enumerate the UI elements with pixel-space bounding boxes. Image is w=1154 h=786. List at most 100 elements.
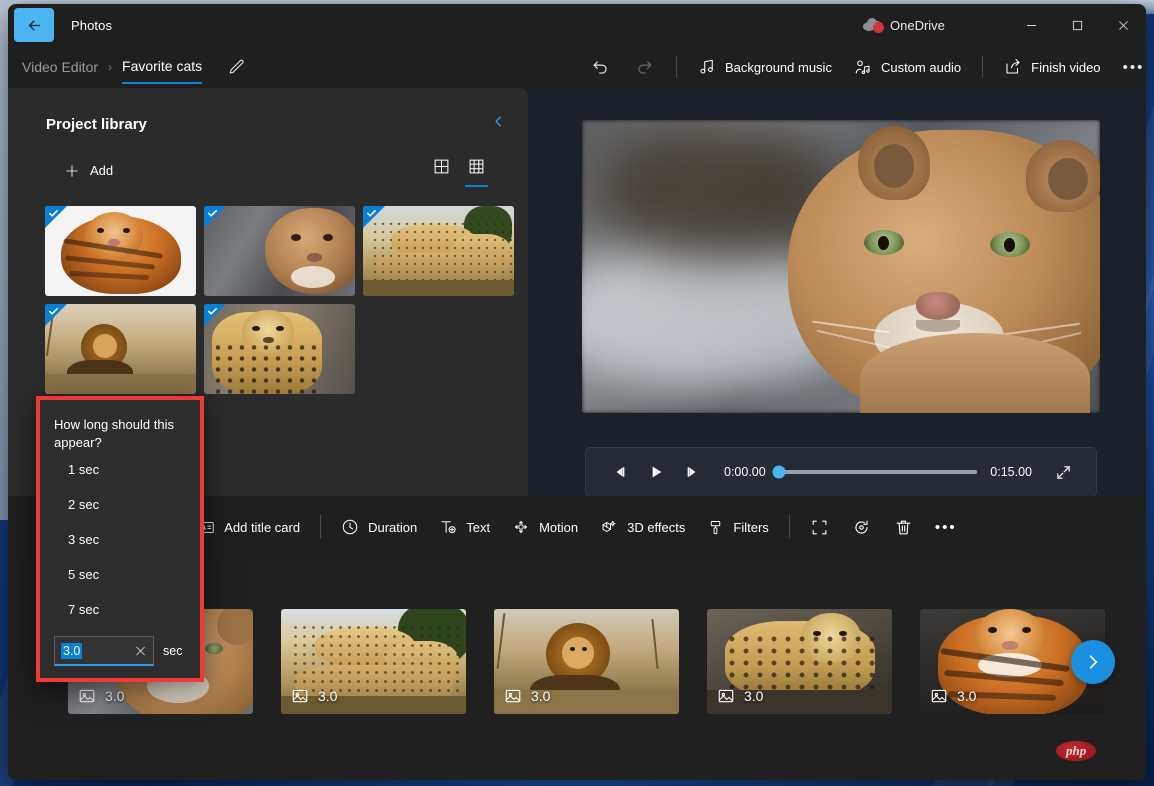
duration-option-3sec[interactable]: 3 sec	[40, 522, 200, 557]
image-icon	[292, 689, 308, 703]
duration-button[interactable]: Duration	[330, 511, 428, 543]
onedrive-alert-badge	[873, 22, 884, 33]
duration-label: Duration	[368, 519, 418, 535]
grid-small-icon	[469, 159, 484, 174]
rotate-button[interactable]	[841, 510, 883, 544]
person-audio-icon	[855, 60, 870, 74]
grid-small-view-button[interactable]	[465, 154, 488, 187]
collapse-library-button[interactable]	[487, 110, 510, 138]
background-music-button[interactable]: Background music	[687, 52, 843, 82]
toolbar-divider	[676, 56, 677, 78]
delete-icon	[896, 520, 911, 534]
custom-duration-input[interactable]: 3.0	[54, 636, 154, 666]
library-actions: Add	[8, 138, 528, 187]
back-button[interactable]	[14, 8, 54, 42]
share-export-icon	[1006, 58, 1020, 74]
check-icon	[208, 209, 217, 217]
text-button[interactable]: Text	[428, 511, 501, 543]
delete-button[interactable]	[883, 510, 925, 544]
pencil-icon	[229, 59, 244, 74]
editor-toolbar: Background music Custom audio Finish vid…	[578, 46, 1146, 88]
clip-duration-badge: 3.0	[930, 687, 976, 705]
onedrive-label: OneDrive	[890, 17, 945, 33]
redo-button[interactable]	[622, 51, 666, 83]
filters-button[interactable]: Filters	[696, 512, 779, 543]
custom-duration-row: 3.0 sec	[54, 636, 182, 666]
scrubber-track[interactable]	[772, 465, 978, 479]
fullscreen-button[interactable]	[1046, 455, 1080, 489]
image-icon	[79, 689, 95, 703]
duration-option-1sec[interactable]: 1 sec	[40, 452, 200, 487]
library-thumb-cougar[interactable]	[204, 206, 355, 296]
duration-flyout: How long should this appear? 1 sec 2 sec…	[36, 396, 204, 682]
clip-duration-badge: 3.0	[291, 687, 337, 705]
add-title-card-label: Add title card	[224, 519, 301, 535]
storyboard-more-button[interactable]: •••	[925, 510, 967, 544]
finish-video-label: Finish video	[1031, 59, 1101, 75]
close-button[interactable]	[1100, 4, 1146, 46]
3d-effects-label: 3D effects	[627, 519, 686, 535]
rename-project-button[interactable]	[228, 58, 246, 76]
next-frame-button[interactable]	[674, 455, 710, 489]
clip-cheetah[interactable]: 3.0	[281, 609, 466, 714]
next-frame-icon	[687, 467, 696, 477]
add-media-button[interactable]: Add	[56, 158, 121, 184]
add-media-label: Add	[90, 163, 114, 178]
finish-video-button[interactable]: Finish video	[993, 52, 1111, 82]
motion-icon	[514, 520, 528, 534]
minimize-button[interactable]	[1008, 4, 1054, 46]
rotate-icon	[855, 520, 868, 534]
clip-duration: 3.0	[105, 688, 125, 704]
clip-leopard[interactable]: 3.0	[707, 609, 892, 714]
library-header: Project library	[8, 88, 528, 138]
duration-option-7sec[interactable]: 7 sec	[40, 592, 200, 627]
duration-option-2sec[interactable]: 2 sec	[40, 487, 200, 522]
storyboard-next-button[interactable]	[1071, 640, 1115, 684]
thumbnail-image	[204, 206, 355, 296]
custom-audio-label: Custom audio	[880, 59, 962, 75]
breadcrumb-bar: Video Editor › Favorite cats Background …	[8, 46, 1146, 88]
library-thumb-leopard[interactable]	[204, 304, 355, 394]
thumbnail-image	[363, 206, 514, 296]
more-icon: •••	[934, 518, 957, 536]
toolbar-divider	[982, 56, 984, 78]
scrubber-thumb[interactable]	[772, 465, 786, 479]
clear-input-button[interactable]	[134, 644, 147, 657]
3d-effects-button[interactable]: 3D effects	[589, 511, 696, 543]
play-button[interactable]	[638, 455, 674, 489]
play-icon	[652, 466, 662, 478]
thumbnail-image	[204, 304, 355, 394]
check-icon	[49, 307, 58, 315]
more-options-button[interactable]: •••	[1112, 51, 1146, 83]
chevron-right-icon	[1089, 655, 1098, 669]
breadcrumb-parent[interactable]: Video Editor	[22, 59, 98, 75]
maximize-icon	[1072, 20, 1082, 30]
onedrive-status[interactable]: OneDrive	[863, 4, 945, 46]
crop-button[interactable]	[799, 510, 841, 544]
background-music-label: Background music	[725, 59, 832, 75]
breadcrumb-current-tab[interactable]: Favorite cats	[122, 58, 203, 84]
video-preview-frame[interactable]	[582, 120, 1100, 413]
add-title-card-button[interactable]: Add title card	[187, 512, 311, 543]
php-watermark: php	[1056, 741, 1118, 761]
motion-button[interactable]: Motion	[501, 511, 589, 543]
expand-icon	[1056, 465, 1070, 479]
active-tab-underline	[122, 82, 203, 84]
library-thumb-tiger[interactable]	[45, 206, 196, 296]
grid-large-view-button[interactable]	[430, 154, 453, 187]
maximize-button[interactable]	[1054, 4, 1100, 46]
clip-lion[interactable]: 3.0	[494, 609, 679, 714]
library-thumb-cheetah[interactable]	[363, 206, 514, 296]
app-title: Photos	[71, 17, 113, 33]
clock-icon	[342, 519, 358, 535]
library-thumb-lion[interactable]	[45, 304, 196, 394]
clip-duration: 3.0	[744, 688, 764, 704]
window-controls	[1008, 4, 1146, 46]
check-icon	[208, 307, 217, 315]
custom-audio-button[interactable]: Custom audio	[843, 52, 972, 82]
thumbnail-image	[45, 206, 196, 296]
undo-button[interactable]	[578, 51, 622, 83]
previous-frame-button[interactable]	[602, 455, 638, 489]
duration-option-5sec[interactable]: 5 sec	[40, 557, 200, 592]
custom-duration-value: 3.0	[61, 642, 83, 659]
